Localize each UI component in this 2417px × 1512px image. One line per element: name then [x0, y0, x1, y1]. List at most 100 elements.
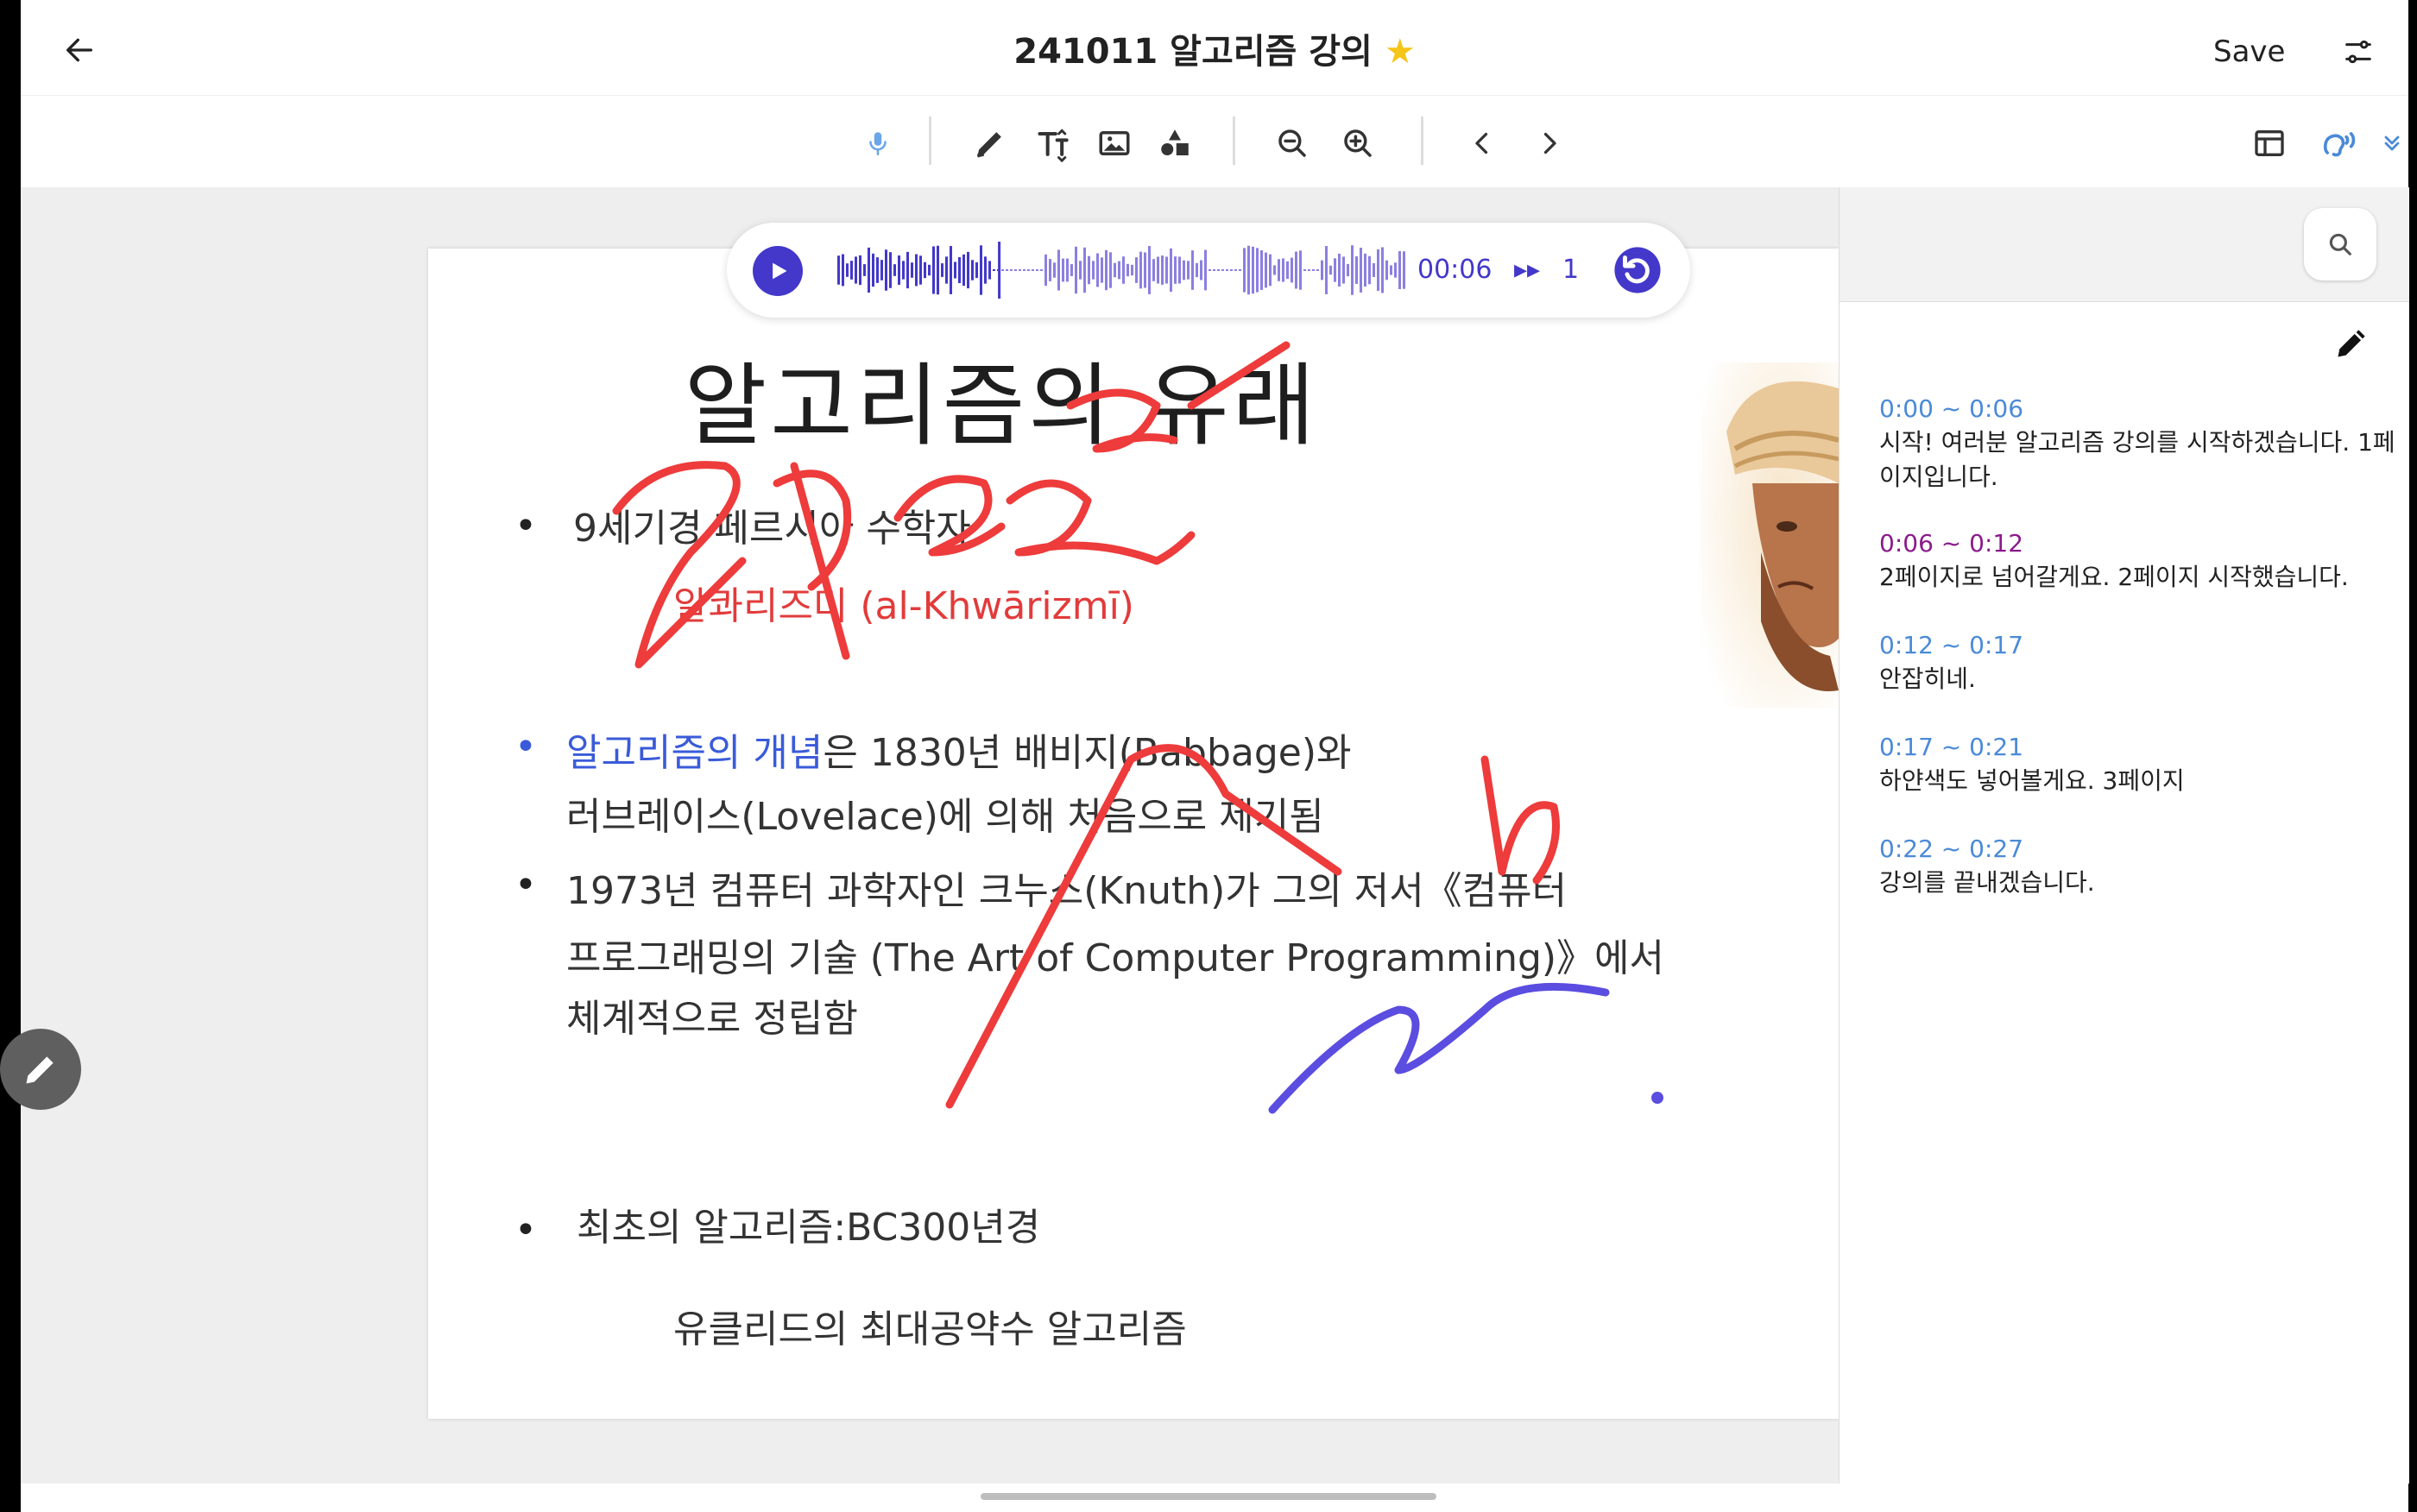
waveform-bar: [1252, 246, 1254, 294]
speech-recognition-button[interactable]: [2315, 120, 2362, 167]
waveform-bar: [1010, 269, 1013, 271]
waveform-bar: [1278, 259, 1280, 281]
waveform-bar: [906, 251, 909, 289]
waveform-bar: [1282, 258, 1284, 282]
waveform-bar: [1243, 248, 1246, 293]
waveform-bar: [1062, 258, 1064, 282]
waveform-bar: [1368, 255, 1371, 285]
waveform-bar: [1187, 261, 1190, 280]
waveform-bar: [1023, 269, 1025, 271]
favorite-star-icon[interactable]: ★: [1385, 32, 1416, 72]
top-bar: 241011 알고리즘 강의 ★ Save: [21, 0, 2408, 95]
zoom-in-button[interactable]: [1335, 120, 1381, 167]
bullet-dot: •: [514, 863, 537, 907]
waveform-bar: [1066, 258, 1069, 282]
zoom-out-button[interactable]: [1269, 120, 1316, 167]
portrait-image: [1701, 362, 1839, 708]
waveform-bar: [932, 246, 935, 294]
audio-waveform[interactable]: [836, 240, 1405, 300]
waveform-bar: [859, 255, 861, 286]
playback-speed[interactable]: 1: [1562, 249, 1579, 292]
pen-tool-button[interactable]: [967, 120, 1013, 167]
waveform-bar: [993, 269, 995, 271]
transcript-segment-active[interactable]: 0:06 ~ 0:12 2페이지로 넘어갈게요. 2페이지 시작했습니다.: [1879, 527, 2397, 595]
play-button[interactable]: [753, 246, 803, 296]
prev-page-button[interactable]: [1459, 120, 1505, 167]
transcript-segment[interactable]: 0:22 ~ 0:27 강의를 끝내겠습니다.: [1879, 833, 2397, 900]
transcript-search-button[interactable]: [2304, 208, 2376, 280]
fast-forward-icon[interactable]: ▸▸: [1514, 249, 1540, 292]
bullet-dot: •: [514, 504, 537, 548]
mic-button[interactable]: [855, 120, 901, 167]
segment-time: 0:00 ~ 0:06: [1879, 394, 2024, 423]
waveform-bar: [1360, 248, 1362, 293]
waveform-bar: [1303, 269, 1306, 271]
waveform-bar: [1096, 253, 1099, 287]
home-indicator[interactable]: [981, 1493, 1436, 1500]
replay-icon[interactable]: [1612, 245, 1663, 295]
slide-bullet-4-line2: 유클리드의 최대공약수 알고리즘: [673, 1307, 1187, 1351]
waveform-bar: [1291, 257, 1293, 283]
transcript-segment[interactable]: 0:12 ~ 0:17 안잡히네.: [1879, 629, 2397, 696]
waveform-bar: [1126, 263, 1129, 277]
waveform-bar: [1299, 250, 1302, 290]
zoom-out-icon: [1278, 129, 1306, 157]
screen-edge-left: [0, 0, 21, 1512]
slide-bullet-1-name: 알콰리즈미 (al-Khwārizmī): [673, 575, 1134, 639]
waveform-bar: [958, 256, 961, 284]
toolbar-divider: [1421, 117, 1423, 165]
transcript-segment[interactable]: 0:00 ~ 0:06 시작! 여러분 알고리즘 강의를 시작하겠습니다. 1페…: [1879, 393, 2397, 495]
edit-transcript-button[interactable]: [2326, 317, 2378, 369]
waveform-bar: [863, 264, 866, 276]
slide-bullet-3-line2: 프로그래밍의 기술 (The Art of Computer Programmi…: [566, 936, 1665, 980]
waveform-bar: [1226, 269, 1228, 271]
waveform-bar: [1325, 246, 1328, 294]
waveform-bar: [1174, 256, 1177, 284]
text-size-icon: [1038, 129, 1069, 162]
waveform-bar: [1260, 250, 1263, 290]
floating-edit-button[interactable]: [0, 1029, 81, 1110]
waveform-bar: [1122, 256, 1125, 284]
waveform-bar: [941, 263, 943, 277]
image-button[interactable]: [1091, 120, 1138, 167]
shapes-button[interactable]: [1152, 120, 1198, 167]
waveform-bar: [1347, 263, 1349, 277]
waveform-bar: [1338, 253, 1341, 287]
settings-sliders-button[interactable]: [2334, 28, 2382, 76]
waveform-bar: [1269, 254, 1272, 287]
next-page-button[interactable]: [1526, 120, 1573, 167]
image-icon: [1099, 131, 1130, 155]
waveform-bar: [950, 246, 952, 294]
waveform-bar: [1381, 247, 1384, 293]
waveform-bar: [1040, 269, 1043, 271]
waveform-bar: [928, 264, 931, 276]
audio-player: 00:06 ▸▸ 1: [727, 223, 1690, 318]
segment-text: 안잡히네.: [1879, 665, 1976, 693]
waveform-bar: [1316, 269, 1319, 271]
waveform-bar: [1364, 253, 1366, 287]
save-button[interactable]: Save: [2213, 26, 2285, 78]
title-text: 241011 알고리즘 강의: [1013, 32, 1373, 72]
waveform-bar: [1334, 258, 1336, 282]
transcript-segment[interactable]: 0:17 ~ 0:21 하얀색도 넣어볼게요. 3페이지: [1879, 731, 2397, 798]
waveform-bar: [1001, 269, 1004, 271]
text-size-button[interactable]: [1031, 120, 1077, 167]
transcript-panel-header: [1840, 187, 2409, 302]
waveform-bar: [1394, 262, 1397, 278]
waveform-bar: [911, 262, 913, 278]
collapse-toolbar-button[interactable]: [2369, 120, 2415, 167]
bullet-dot: •: [514, 725, 537, 769]
waveform-bar: [1221, 269, 1224, 271]
waveform-bar: [1373, 262, 1375, 278]
waveform-bar: [1032, 269, 1034, 271]
waveform-bar: [1256, 248, 1259, 293]
toolbar-divider: [1233, 117, 1235, 165]
waveform-bar: [1105, 249, 1108, 291]
toolbar: [21, 95, 2408, 188]
waveform-bar: [1390, 265, 1392, 275]
waveform-bar: [1321, 260, 1323, 280]
layout-button[interactable]: [2246, 120, 2293, 167]
zoom-in-icon: [1344, 129, 1372, 157]
waveform-bar: [1200, 260, 1202, 280]
bullet-dot: •: [514, 1208, 537, 1252]
